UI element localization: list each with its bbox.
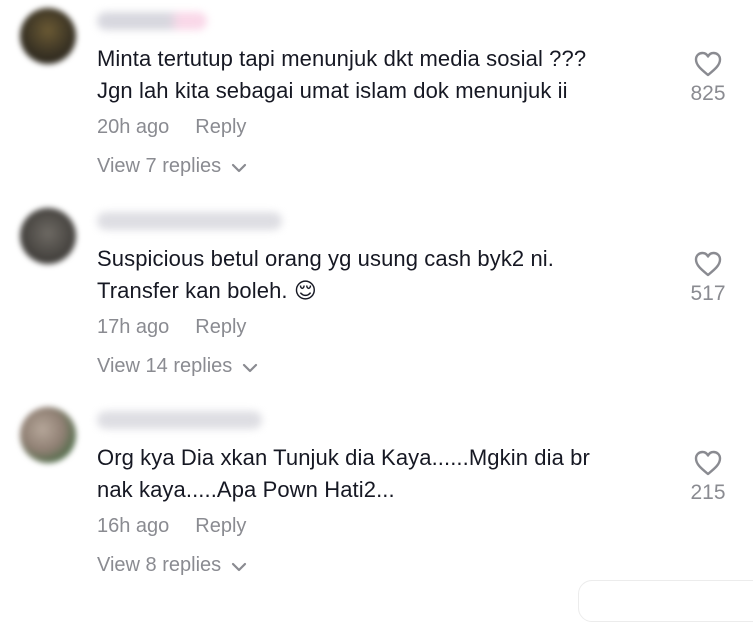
heart-outline-icon	[694, 450, 722, 476]
view-replies-button[interactable]: View 7 replies	[97, 155, 247, 178]
avatar[interactable]	[20, 8, 76, 64]
comment-text: Minta tertutup tapi menunjuk dkt media s…	[97, 46, 587, 103]
avatar[interactable]	[20, 208, 76, 264]
heart-outline-icon	[694, 251, 722, 277]
view-replies-button[interactable]: View 8 replies	[97, 554, 247, 577]
chevron-down-icon	[232, 163, 247, 173]
reply-button[interactable]: Reply	[195, 316, 246, 338]
like-button[interactable]: 825	[680, 50, 736, 106]
username-blurred[interactable]	[97, 212, 282, 230]
partial-input-card	[578, 580, 753, 622]
view-replies-label: View 7 replies	[97, 155, 222, 177]
reply-button[interactable]: Reply	[195, 515, 246, 537]
comment-meta: 20h ago Reply	[97, 116, 246, 139]
avatar[interactable]	[20, 407, 76, 463]
comment-time: 17h ago	[97, 316, 170, 338]
view-replies-label: View 8 replies	[97, 554, 222, 576]
view-replies-label: View 14 replies	[97, 355, 233, 377]
like-count: 215	[690, 481, 726, 504]
comment-time: 16h ago	[97, 515, 170, 537]
reply-button[interactable]: Reply	[195, 116, 246, 138]
comment-text: Suspicious betul orang yg usung cash byk…	[97, 246, 555, 303]
like-count: 517	[690, 282, 726, 305]
like-button[interactable]: 215	[680, 449, 736, 505]
comment-item: Minta tertutup tapi menunjuk dkt media s…	[0, 0, 753, 200]
comment-text: Org kya Dia xkan Tunjuk dia Kaya......Mg…	[97, 445, 590, 502]
comment-meta: 16h ago Reply	[97, 515, 246, 538]
heart-outline-icon	[694, 51, 722, 77]
comment-time: 20h ago	[97, 116, 170, 138]
comment-meta: 17h ago Reply	[97, 316, 246, 339]
comment-item: Org kya Dia xkan Tunjuk dia Kaya......Mg…	[0, 399, 753, 599]
chevron-down-icon	[232, 562, 247, 572]
chevron-down-icon	[243, 363, 258, 373]
like-button[interactable]: 517	[680, 250, 736, 306]
view-replies-button[interactable]: View 14 replies	[97, 355, 258, 378]
username-blurred[interactable]	[97, 12, 207, 30]
comment-item: Suspicious betul orang yg usung cash byk…	[0, 200, 753, 400]
username-blurred[interactable]	[97, 411, 262, 429]
like-count: 825	[690, 82, 726, 105]
